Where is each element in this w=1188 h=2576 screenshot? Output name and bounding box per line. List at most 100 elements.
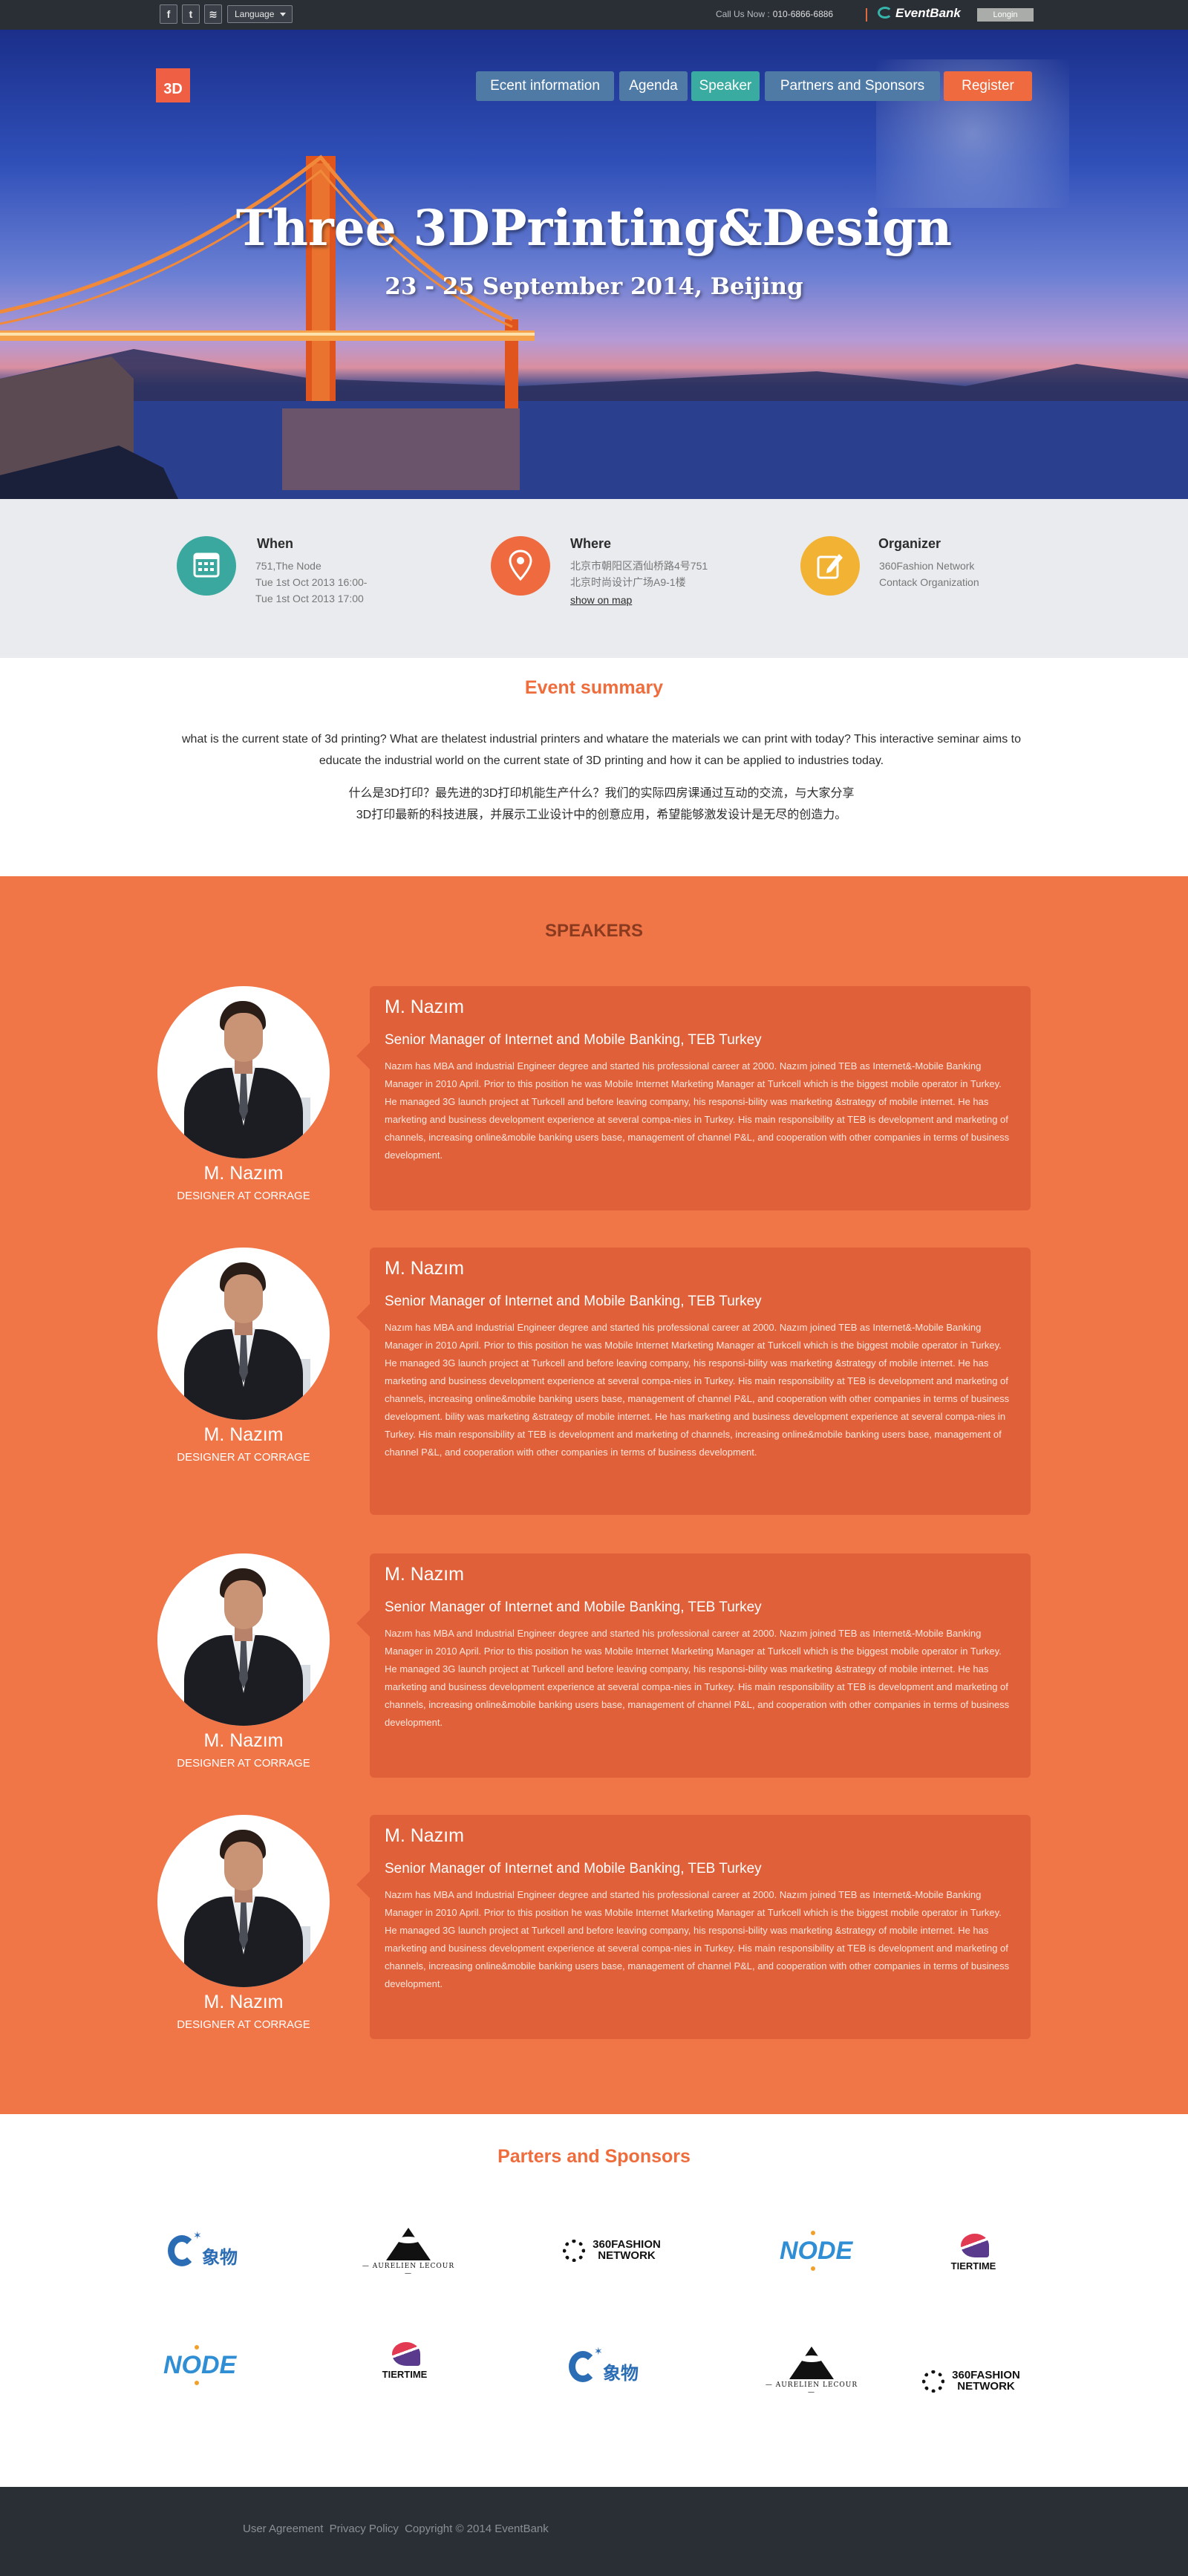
footer: User Agreement Privacy Policy Copyright … [0, 2487, 1188, 2576]
sponsor-logo-the-node[interactable]: NODE [765, 2225, 876, 2277]
speaker-name: M. Nazım [203, 1424, 284, 1445]
speakers-title: SPEAKERS [544, 921, 644, 941]
card-speaker-bio: Nazım has MBA and Industrial Engineer de… [385, 1060, 1010, 1161]
sponsor-logo-xiangwu[interactable]: ✶ 象物 [163, 2225, 275, 2277]
login-button[interactable]: Longin [977, 8, 1034, 22]
sponsor-logo-xiangwu[interactable]: ✶ 象物 [564, 2341, 676, 2393]
divider [866, 8, 867, 22]
card-speaker-name: M. Nazım [385, 1258, 464, 1279]
organizer-title: Organizer [878, 536, 941, 551]
event-title: Three 3DPrinting&Design [235, 199, 953, 257]
card-speaker-name: M. Nazım [385, 1825, 464, 1846]
sponsor-name: 360FASHION NETWORK [593, 2238, 661, 2262]
edit-icon [800, 536, 860, 596]
where-title: Where [570, 536, 612, 551]
event-summary-english: what is the current state of 3d printing… [181, 733, 1022, 767]
language-label: Language [235, 9, 275, 19]
phone-number: 010-6866-6886 [772, 9, 834, 19]
speaker-name: M. Nazım [203, 1992, 284, 2012]
when-end: Tue 1st Oct 2013 17:00 [255, 593, 364, 604]
hero-banner: 3D Ecent information Agenda Speaker Part… [0, 30, 1188, 499]
speaker-card: M. Nazım Senior Manager of Internet and … [356, 1553, 1031, 1778]
sponsor-name: 象物 [202, 2248, 238, 2268]
speaker-photo[interactable] [157, 986, 330, 1158]
speaker-name: M. Nazım [203, 1163, 284, 1184]
rss-icon[interactable]: ≋ [204, 4, 222, 24]
speaker-role: DESIGNER AT CORRAGE [177, 2018, 310, 2031]
card-pointer [356, 1871, 370, 1898]
where-address-1: 北京市朝阳区酒仙桥路4号751 [570, 560, 708, 572]
sponsor-logo-the-node[interactable]: NODE [148, 2339, 260, 2391]
water-reflection [282, 408, 520, 490]
contact-organization-link[interactable]: Contack Organization [879, 574, 979, 590]
summary-chinese-line-2: 3D打印最新的科技进展，并展示工业设计中的创意应用，希望能够激发设计是无尽的创造… [356, 809, 847, 821]
sponsor-logo-360fashion[interactable]: 360FASHION NETWORK [915, 2355, 1026, 2407]
speakers-section: SPEAKERS M. Nazım DESIGNER AT CORRAGE M.… [0, 876, 1188, 2114]
top-bar: f t ≋ Language Call Us Now :010-6866-688… [0, 0, 1188, 30]
bay-water [0, 401, 1188, 499]
card-speaker-name: M. Nazım [385, 997, 464, 1017]
sponsor-name: 象物 [603, 2364, 639, 2384]
card-speaker-position: Senior Manager of Internet and Mobile Ba… [385, 1032, 762, 1048]
eventbank-logo[interactable]: EventBank [878, 6, 970, 24]
sponsor-name: — AURELIEN LECOUR — [362, 2263, 455, 2277]
sponsor-logo-tiertime[interactable]: TIERTIME [349, 2339, 460, 2391]
call-info: Call Us Now :010-6866-6886 [716, 9, 833, 19]
speaker-photo[interactable] [157, 1248, 330, 1420]
card-pointer [356, 1610, 370, 1637]
speaker-card: M. Nazım Senior Manager of Internet and … [356, 1248, 1031, 1515]
nav-speaker[interactable]: Speaker [691, 71, 760, 101]
calendar-icon [177, 536, 236, 596]
sponsor-logo-tiertime[interactable]: TIERTIME [918, 2231, 1029, 2283]
site-logo[interactable]: 3D [156, 68, 190, 102]
speaker-role: DESIGNER AT CORRAGE [177, 1190, 310, 1202]
sponsor-name: TIERTIME [382, 2369, 428, 2380]
sponsor-logo-360fashion[interactable]: 360FASHION NETWORK [555, 2225, 667, 2277]
bridge-lights [0, 333, 535, 336]
brand-name: EventBank [895, 6, 961, 20]
eventbank-mark-icon [878, 7, 892, 19]
call-label: Call Us Now : [716, 9, 770, 19]
speaker-role: DESIGNER AT CORRAGE [177, 1451, 310, 1464]
register-button[interactable]: Register [944, 71, 1032, 101]
nav-event-information[interactable]: Ecent information [476, 71, 614, 101]
card-speaker-position: Senior Manager of Internet and Mobile Ba… [385, 1600, 762, 1615]
card-speaker-bio: Nazım has MBA and Industrial Engineer de… [385, 1628, 1010, 1728]
sponsor-name: NODE [163, 2351, 237, 2379]
copyright-text: Copyright © 2014 EventBank [405, 2523, 549, 2535]
sponsors-title: Parters and Sponsors [497, 2146, 691, 2167]
card-pointer [356, 1043, 370, 1069]
card-speaker-name: M. Nazım [385, 1564, 464, 1585]
speaker-name: M. Nazım [203, 1730, 284, 1751]
sponsor-logo-aurelien-lecour[interactable]: — AURELIEN LECOUR — [756, 2339, 867, 2396]
twitter-icon[interactable]: t [182, 4, 200, 24]
when-venue: 751,The Node [255, 560, 322, 572]
speaker-role: DESIGNER AT CORRAGE [177, 1757, 310, 1770]
privacy-policy-link[interactable]: Privacy Policy [330, 2523, 399, 2535]
show-on-map-link[interactable]: show on map [570, 594, 632, 606]
speaker-photo[interactable] [157, 1815, 330, 1987]
event-summary-title: Event summary [524, 677, 664, 698]
speaker-card: M. Nazım Senior Manager of Internet and … [356, 1815, 1031, 2039]
nav-agenda[interactable]: Agenda [619, 71, 688, 101]
language-select[interactable]: Language [227, 5, 293, 23]
card-speaker-bio: Nazım has MBA and Industrial Engineer de… [385, 1889, 1010, 1989]
sponsor-logo-aurelien-lecour[interactable]: — AURELIEN LECOUR — [353, 2220, 464, 2277]
event-info: When 751,The Node Tue 1st Oct 2013 16:00… [0, 499, 1188, 658]
card-speaker-bio: Nazım has MBA and Industrial Engineer de… [385, 1322, 1010, 1458]
sponsor-name: TIERTIME [950, 2260, 996, 2272]
summary-chinese-line-1: 什么是3D打印？最先进的3D打印机能生产什么？我们的实际四房课通过互动的交流，与… [348, 787, 855, 800]
card-pointer [356, 1304, 370, 1331]
speaker-photo[interactable] [157, 1553, 330, 1726]
organizer-name[interactable]: 360Fashion Network [879, 558, 974, 574]
chevron-down-icon [280, 13, 286, 16]
where-address-2: 北京时尚设计广场A9-1楼 [570, 576, 686, 588]
facebook-icon[interactable]: f [160, 4, 177, 24]
card-speaker-position: Senior Manager of Internet and Mobile Ba… [385, 1861, 762, 1876]
location-pin-icon [491, 536, 550, 596]
nav-partners-sponsors[interactable]: Partners and Sponsors [765, 71, 940, 101]
speaker-card: M. Nazım Senior Manager of Internet and … [356, 986, 1031, 1210]
user-agreement-link[interactable]: User Agreement [243, 2523, 323, 2535]
card-speaker-position: Senior Manager of Internet and Mobile Ba… [385, 1294, 762, 1309]
event-summary-chinese: 什么是3D打印？最先进的3D打印机能生产什么？我们的实际四房课通过互动的交流，与… [171, 783, 1032, 826]
